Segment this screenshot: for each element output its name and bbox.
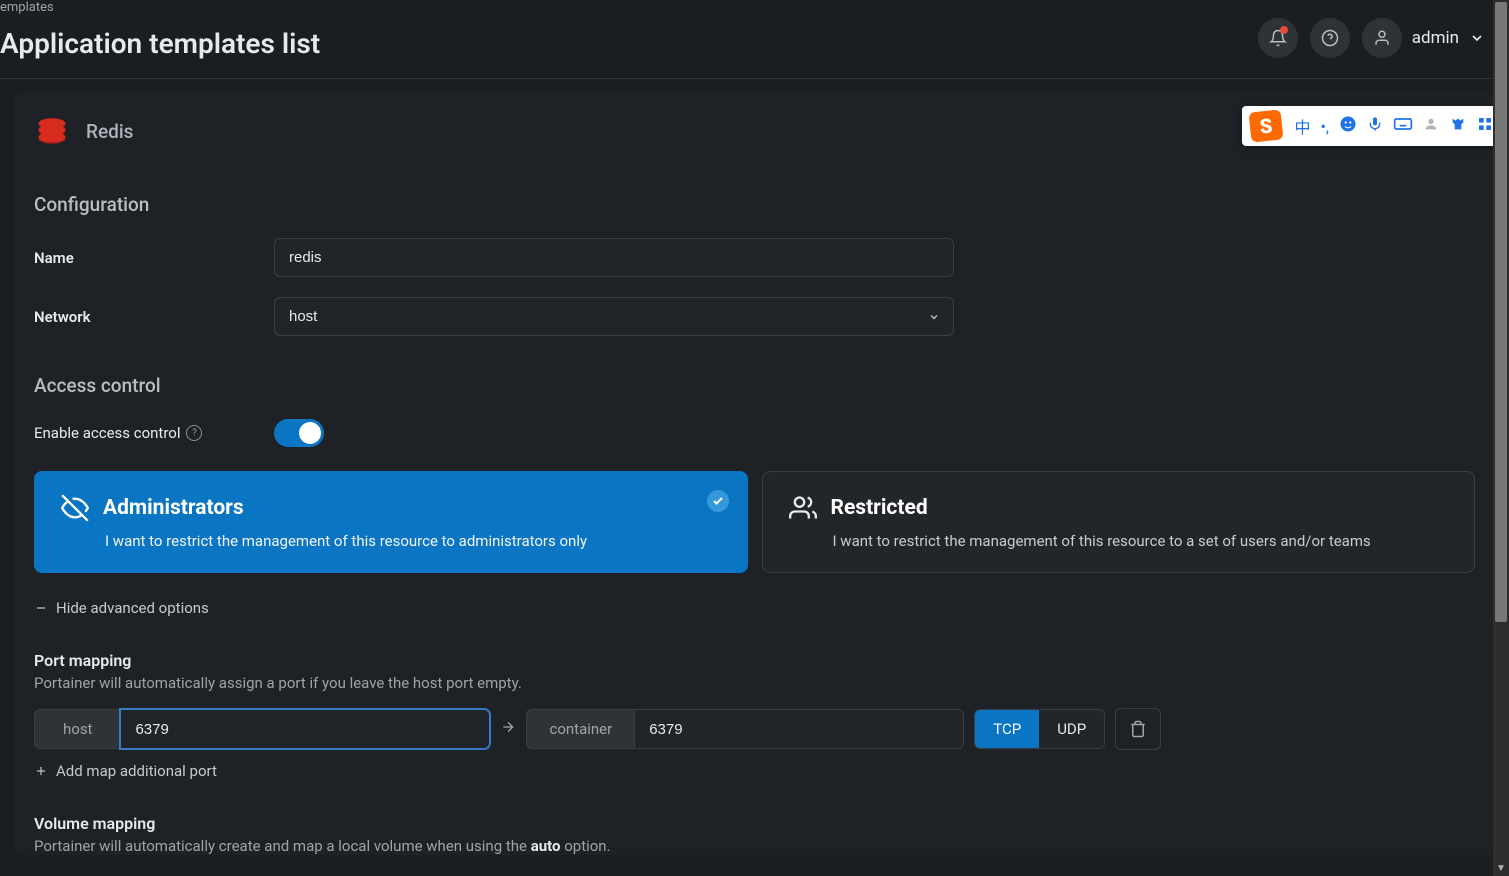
network-select[interactable]: host <box>274 297 954 336</box>
notification-dot <box>1280 26 1288 34</box>
eye-off-icon <box>61 494 89 522</box>
admin-card-desc: I want to restrict the management of thi… <box>105 532 721 550</box>
access-control-section-title: Access control <box>34 374 1475 397</box>
plus-icon <box>34 764 48 778</box>
enable-access-control-toggle[interactable] <box>274 419 324 447</box>
breadcrumb[interactable]: emplates <box>0 0 320 19</box>
ime-logo-icon: S <box>1249 109 1284 142</box>
host-port-label: host <box>34 709 120 749</box>
port-mapping-title: Port mapping <box>34 651 1475 670</box>
page-title: Application templates list <box>0 19 320 78</box>
volume-mapping-title: Volume mapping <box>34 814 1475 833</box>
ime-grid-icon[interactable] <box>1477 116 1493 136</box>
user-menu[interactable]: admin <box>1362 18 1485 58</box>
volume-mapping-desc: Portainer will automatically create and … <box>34 837 1475 855</box>
scrollbar[interactable]: ▼ <box>1493 0 1509 876</box>
arrow-right-icon <box>500 719 516 739</box>
minus-icon <box>34 601 48 615</box>
delete-port-button[interactable] <box>1115 708 1161 750</box>
container-port-input[interactable] <box>634 709 964 749</box>
toggle-knob <box>299 422 321 444</box>
protocol-tcp-button[interactable]: TCP <box>975 710 1039 748</box>
scrollbar-thumb[interactable] <box>1495 2 1507 622</box>
help-icon[interactable]: ? <box>186 425 202 441</box>
ime-emoji-icon[interactable] <box>1339 115 1357 137</box>
users-icon <box>789 494 817 522</box>
chevron-down-icon <box>1469 30 1485 46</box>
template-name: Redis <box>86 120 133 143</box>
notifications-button[interactable] <box>1258 18 1298 58</box>
toggle-advanced-options[interactable]: Hide advanced options <box>34 599 209 617</box>
ime-skin-icon[interactable] <box>1449 116 1467 136</box>
host-port-input[interactable] <box>120 709 490 749</box>
trash-icon <box>1129 720 1147 738</box>
help-icon <box>1321 29 1339 47</box>
user-name: admin <box>1412 28 1459 48</box>
user-avatar <box>1362 18 1402 58</box>
ime-mic-icon[interactable] <box>1367 115 1383 137</box>
protocol-udp-button[interactable]: UDP <box>1039 710 1104 748</box>
configuration-section-title: Configuration <box>34 193 1475 216</box>
name-label: Name <box>34 249 274 267</box>
enable-access-control-label: Enable access control ? <box>34 424 274 442</box>
scrollbar-down-arrow[interactable]: ▼ <box>1493 860 1509 876</box>
network-label: Network <box>34 308 274 326</box>
ime-language[interactable]: 中 <box>1294 114 1310 138</box>
ime-toolbar[interactable]: S 中 •, <box>1242 106 1501 146</box>
restricted-card-desc: I want to restrict the management of thi… <box>833 532 1449 550</box>
port-mapping-desc: Portainer will automatically assign a po… <box>34 674 1475 692</box>
access-option-restricted[interactable]: Restricted I want to restrict the manage… <box>762 471 1476 573</box>
user-icon <box>1373 29 1391 47</box>
access-option-administrators[interactable]: Administrators I want to restrict the ma… <box>34 471 748 573</box>
add-port-mapping[interactable]: Add map additional port <box>34 762 217 780</box>
container-port-label: container <box>526 709 634 749</box>
restricted-card-title: Restricted <box>831 496 928 520</box>
ime-punct-icon[interactable]: •, <box>1320 117 1329 136</box>
ime-user-icon[interactable] <box>1423 116 1439 136</box>
redis-icon <box>34 113 70 149</box>
admin-card-title: Administrators <box>103 496 244 520</box>
name-input[interactable] <box>274 238 954 277</box>
ime-keyboard-icon[interactable] <box>1393 116 1413 136</box>
help-button[interactable] <box>1310 18 1350 58</box>
check-icon <box>707 490 729 512</box>
